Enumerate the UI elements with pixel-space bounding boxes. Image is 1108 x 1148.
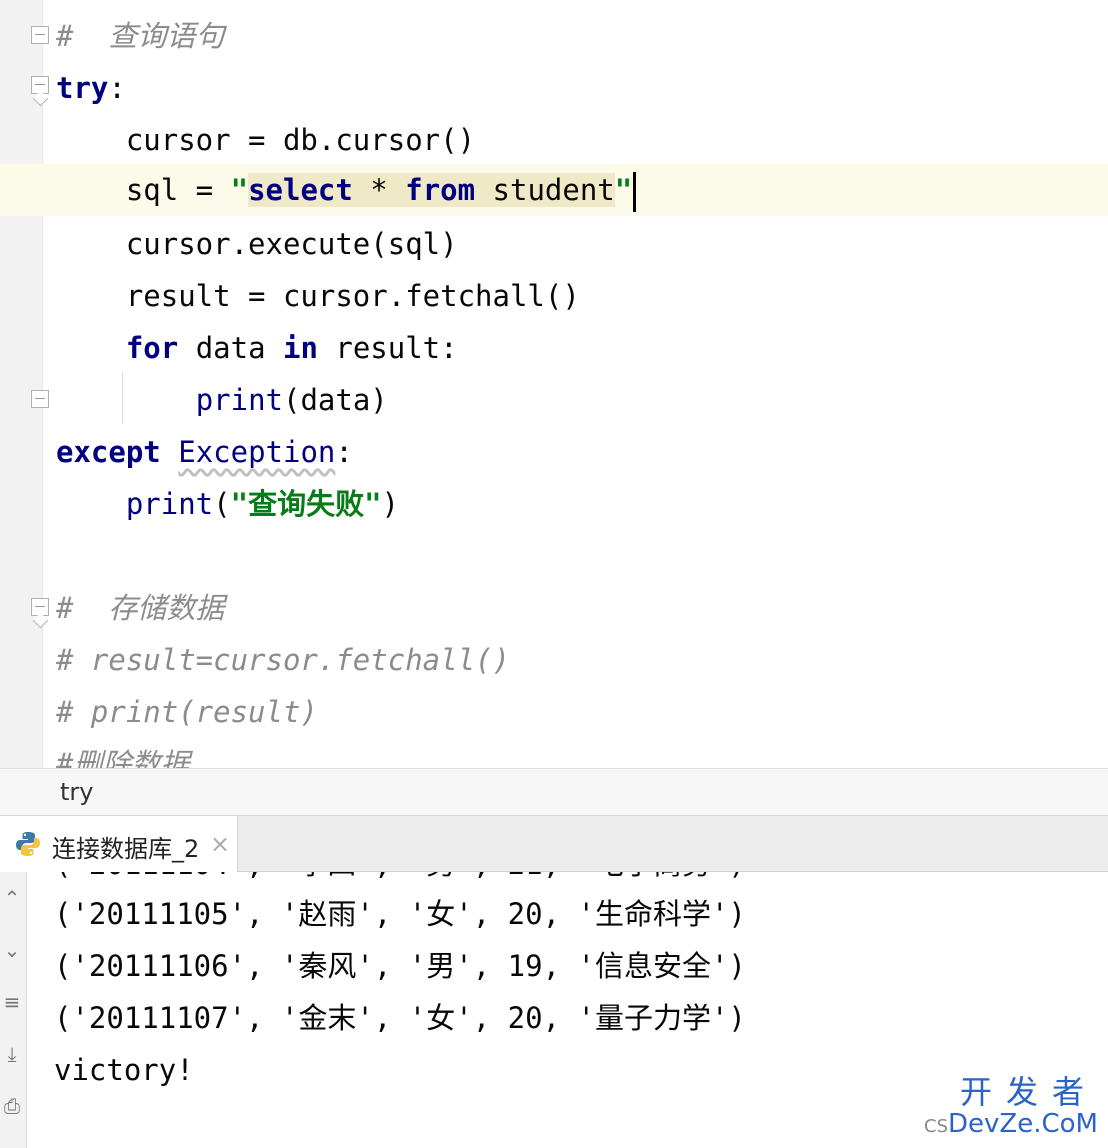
close-icon[interactable]: × [210,830,230,858]
code-text: sql = [56,173,231,207]
string-literal: "查询失败" [230,487,382,521]
code-line[interactable]: print("查询失败") [0,478,1108,530]
console-output-line: ('20111105', '赵雨', '女', 20, '生命科学') [54,897,746,931]
fold-toggle-icon[interactable] [31,598,49,616]
code-line[interactable]: print(data) [0,374,1108,426]
code-line[interactable]: # result=cursor.fetchall() [0,634,1108,686]
code-line[interactable]: # 查询语句 [0,10,1108,62]
console-output-line: ('20111107', '金末', '女', 20, '量子力学') [54,1001,746,1035]
code-text: result: [317,331,458,365]
code-line[interactable]: for data in result: [0,322,1108,374]
fold-toggle-icon[interactable] [31,76,49,94]
console-output-line: victory! [54,1053,194,1087]
watermark-domain: DevZe.CoM [948,1109,1098,1139]
string-quote: " [614,173,633,207]
comment-text: # print(result) [56,695,318,729]
run-tab[interactable]: 连接数据库_2 × [0,816,238,872]
console-toolbar: ⌃ ⌄ ≡ ⤓ ⎙ [0,872,27,1148]
code-text: ) [381,487,400,521]
comment-text: # result=cursor.fetchall() [56,643,510,677]
run-tab-bar: 连接数据库_2 × [0,816,1108,872]
keyword: except [56,435,161,469]
run-tab-label: 连接数据库_2 [52,835,200,863]
scroll-up-icon[interactable]: ⌃ [2,886,22,910]
keyword: for [125,331,179,365]
print-icon[interactable]: ⎙ [2,1094,22,1118]
breadcrumb-item[interactable]: try [60,778,93,806]
code-text: result = cursor.fetchall() [56,279,580,313]
keyword: in [283,331,318,365]
code-text: cursor = db.cursor() [56,123,476,157]
comment-text: # 查询语句 [56,19,225,53]
console-output-line: ('20111106', '秦风', '男', 19, '信息安全') [54,949,746,983]
code-text: data [178,331,283,365]
sql-keyword: select [248,173,353,207]
code-line[interactable]: except Exception: [0,426,1108,478]
code-line-current[interactable]: sql = "select * from student" [0,164,1108,216]
string-quote: " [230,173,249,207]
code-line[interactable]: result = cursor.fetchall() [0,270,1108,322]
code-text: (data) [283,383,388,417]
code-line[interactable]: # 存储数据 [0,582,1108,634]
code-text: : [335,435,353,469]
python-icon [16,832,40,856]
watermark-prefix: CS [924,1116,949,1137]
code-line[interactable]: # print(result) [0,686,1108,738]
builtin-function: print [195,383,283,417]
keyword: try [56,71,109,105]
fold-toggle-icon[interactable] [31,26,49,44]
scroll-down-icon[interactable]: ⌄ [2,938,22,962]
code-text: : [108,71,126,105]
fold-toggle-icon[interactable] [31,390,49,408]
code-line[interactable]: try: [0,62,1108,114]
text-caret [633,172,637,212]
sql-keyword: from [405,173,476,207]
scroll-to-end-icon[interactable]: ⤓ [2,1042,22,1066]
watermark-en: CSDevZe.CoM [924,1109,1098,1142]
watermark-logo: 开发者 CSDevZe.CoM [924,1075,1098,1142]
code-text: cursor.execute(sql) [56,227,458,261]
code-editor[interactable]: # 查询语句 try: cursor = db.cursor() sql = "… [0,0,1108,768]
exception-class: Exception [178,435,336,469]
breadcrumb: try [0,768,1108,816]
code-line[interactable]: cursor.execute(sql) [0,218,1108,270]
comment-text: #删除数据 [56,747,190,768]
soft-wrap-icon[interactable]: ≡ [2,990,22,1014]
code-line[interactable]: #删除数据 [0,738,1108,768]
sql-text: student [475,173,615,207]
code-text: ( [213,487,231,521]
comment-text: # 存储数据 [56,591,225,625]
sql-text: * [352,173,406,207]
watermark-cn: 开发者 [959,1073,1098,1111]
builtin-function: print [125,487,214,521]
code-line[interactable]: cursor = db.cursor() [0,114,1108,166]
